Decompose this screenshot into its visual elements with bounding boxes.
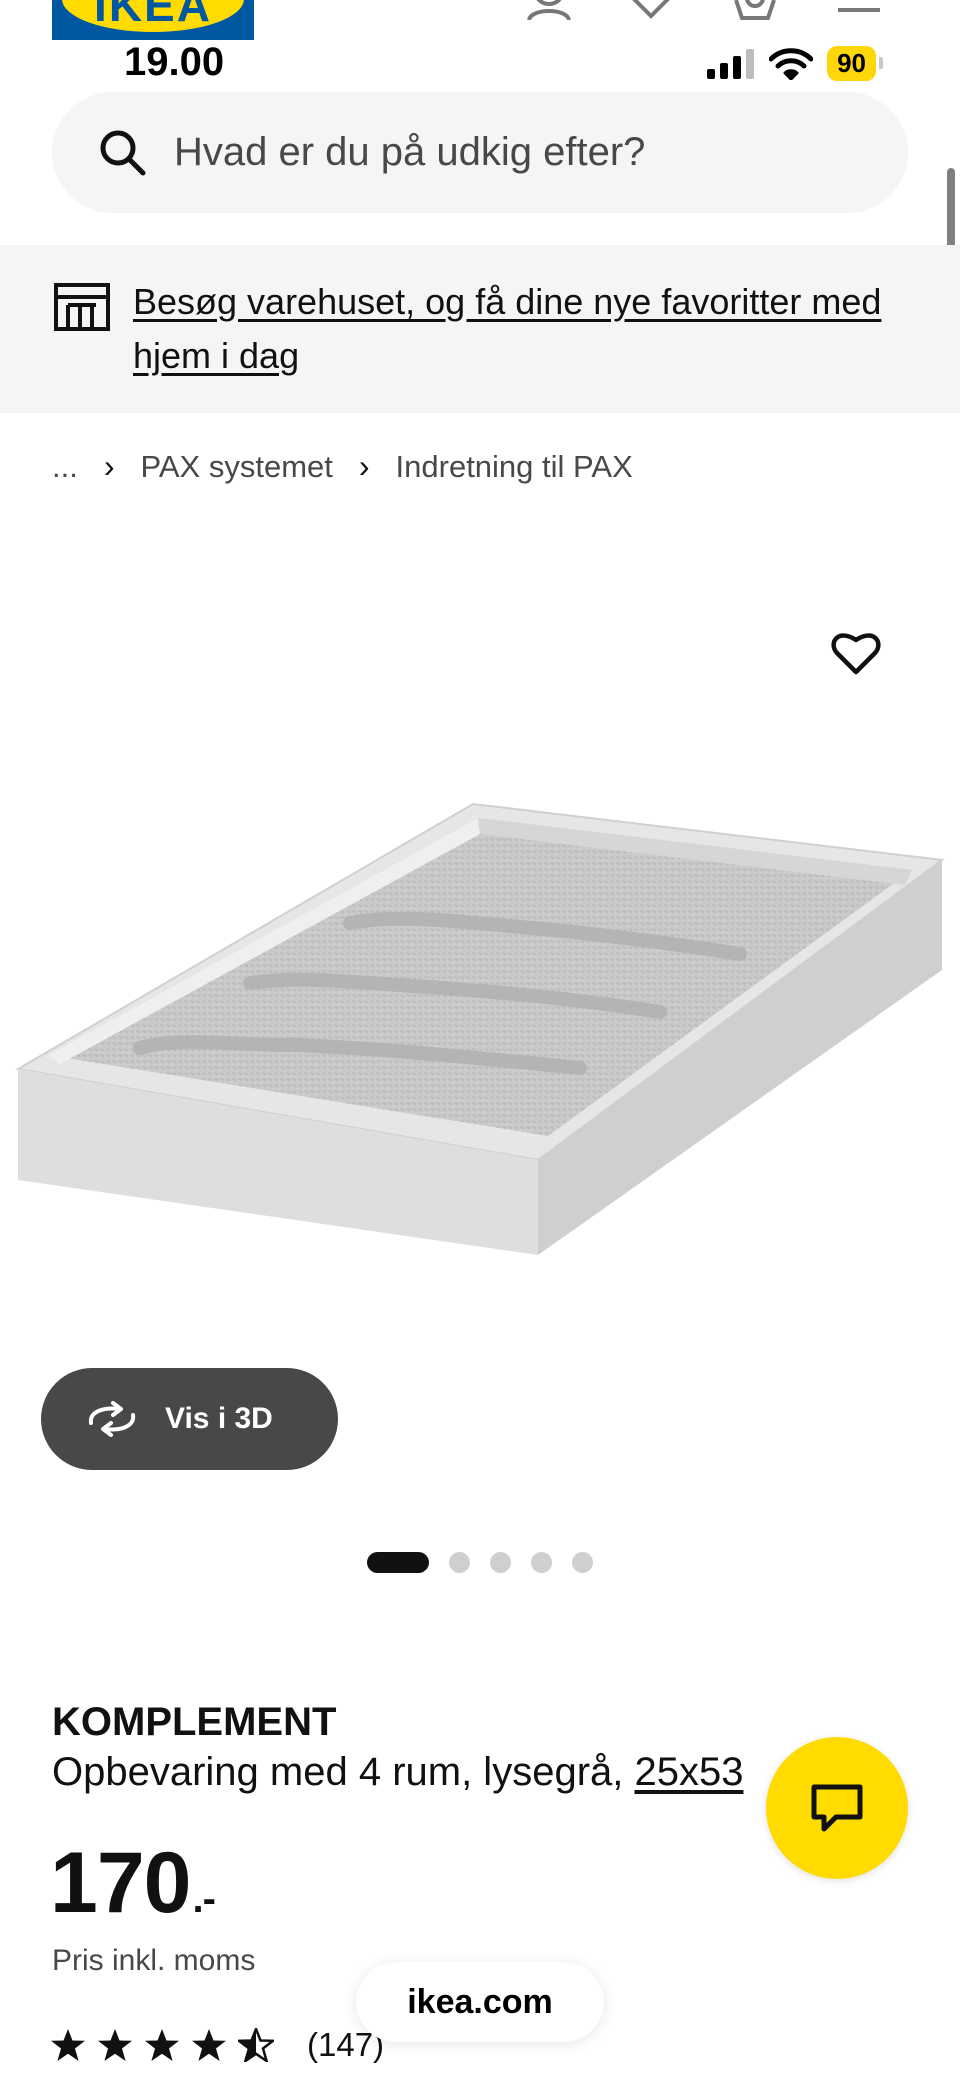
price-note: Pris inkl. moms [52, 1944, 256, 1977]
view-3d-button[interactable]: Vis i 3D [41, 1368, 338, 1470]
basket-icon[interactable] [732, 0, 778, 20]
search-bar[interactable] [52, 92, 908, 213]
account-icon[interactable] [526, 0, 572, 20]
star-full-icon [51, 2029, 85, 2061]
store-icon [54, 283, 110, 331]
breadcrumb-item-indretning[interactable]: Indretning til PAX [396, 449, 633, 485]
star-full-icon [192, 2029, 226, 2061]
price-value: 170 [50, 1835, 191, 1931]
star-full-icon [145, 2029, 179, 2061]
product-rating[interactable]: (147) [50, 2026, 384, 2064]
breadcrumb-ellipsis[interactable]: ... [52, 449, 78, 485]
chat-icon [811, 1784, 863, 1832]
star-full-icon [98, 2029, 132, 2061]
gallery-dot[interactable] [449, 1552, 470, 1573]
breadcrumb-item-pax-systemet[interactable]: PAX systemet [141, 449, 333, 485]
gallery-pagination [367, 1552, 593, 1573]
cellular-signal-icon [707, 48, 755, 79]
product-size-link[interactable]: 25x53 [634, 1750, 743, 1794]
status-icons: 90 [707, 46, 883, 81]
status-time: 19.00 [124, 40, 225, 84]
product-description: Opbevaring med 4 rum, lysegrå, 25x53 [52, 1750, 743, 1795]
price-suffix: .- [192, 1877, 216, 1921]
product-name: KOMPLEMENT [52, 1700, 337, 1744]
add-to-favourites-heart-icon[interactable] [830, 628, 882, 676]
search-input[interactable] [174, 130, 854, 175]
gallery-dot[interactable] [490, 1552, 511, 1573]
chevron-right-icon: › [358, 448, 370, 484]
rotate-3d-icon [88, 1401, 136, 1437]
menu-icon[interactable] [836, 0, 882, 20]
logo-text: IKEA [94, 0, 212, 31]
wifi-icon [769, 47, 814, 80]
store-banner: Besøg varehuset, og få dine nye favoritt… [0, 245, 960, 413]
favourites-icon[interactable] [628, 0, 674, 20]
star-half-icon [238, 2028, 274, 2062]
product-price: 170.- [50, 1834, 216, 1933]
product-image[interactable] [0, 790, 960, 1270]
product-description-text: Opbevaring med 4 rum, lysegrå, [52, 1750, 635, 1794]
chevron-right-icon: › [103, 448, 115, 484]
battery-indicator: 90 [827, 46, 883, 81]
breadcrumb: ... › PAX systemet › Indretning til PAX [52, 448, 633, 485]
search-icon [100, 130, 146, 175]
view-3d-label: Vis i 3D [165, 1402, 273, 1435]
ikea-logo[interactable]: IKEA [52, 0, 254, 40]
browser-domain[interactable]: ikea.com [356, 1962, 604, 2042]
gallery-dot[interactable] [572, 1552, 593, 1573]
chat-button[interactable] [766, 1737, 908, 1879]
store-banner-link[interactable]: Besøg varehuset, og få dine nye favoritt… [133, 275, 893, 383]
gallery-dot-active[interactable] [367, 1552, 429, 1573]
gallery-dot[interactable] [531, 1552, 552, 1573]
